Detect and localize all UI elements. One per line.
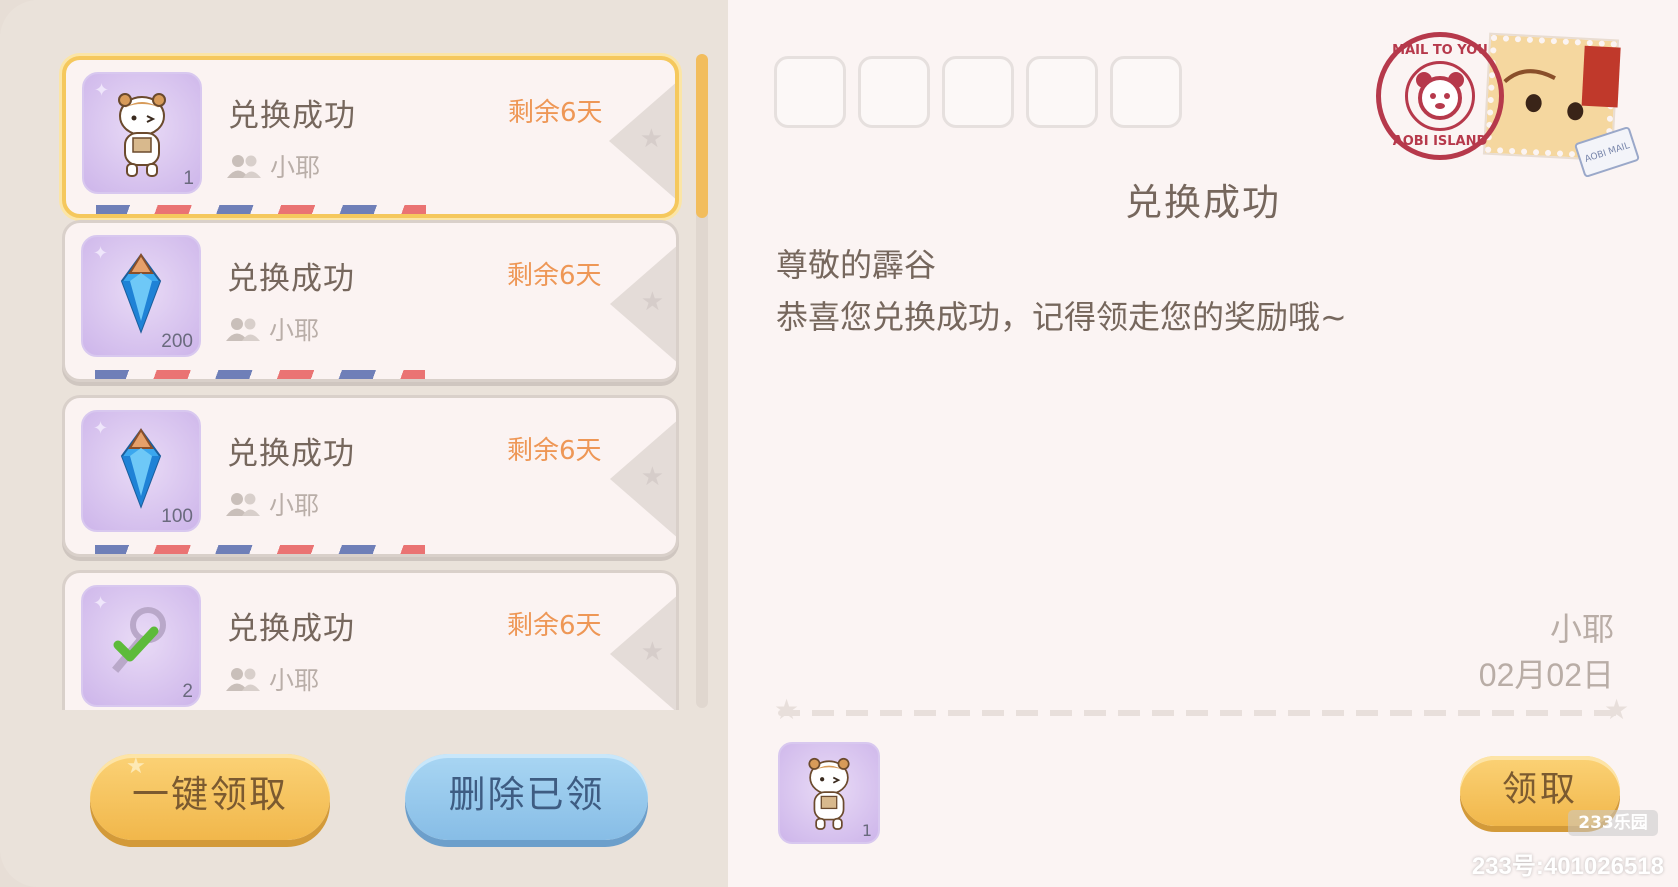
reward-item-icon: ✦ 1 xyxy=(82,72,202,194)
claim-all-label: 一键领取 xyxy=(132,773,288,816)
people-icon xyxy=(225,491,261,517)
postmark: MAIL TO YOU AOBI ISLAND xyxy=(1376,32,1504,160)
stamp-decoration: MAIL TO YOU AOBI ISLAND AOBI MAIL xyxy=(1348,10,1648,180)
attachment-slot xyxy=(1026,56,1098,128)
bear-face-icon xyxy=(1405,61,1475,131)
remaining-days: 剩余6天 xyxy=(507,611,602,641)
star-icon: ★ xyxy=(639,124,663,154)
reward-item-icon: ✦ 200 xyxy=(81,235,201,357)
attachment-quantity: 1 xyxy=(861,821,872,840)
star-icon: ★ xyxy=(640,462,664,492)
people-icon xyxy=(226,153,262,179)
letter-sender: 小耶 xyxy=(1549,610,1614,648)
attachment-slot xyxy=(942,56,1014,128)
item-quantity: 2 xyxy=(182,681,193,702)
reward-item-icon: ✦ 2 xyxy=(81,585,201,707)
airmail-stripe xyxy=(96,205,426,214)
sender-name: 小耶 xyxy=(269,491,320,520)
dashed-divider xyxy=(778,710,1618,716)
mail-title: 兑换成功 xyxy=(228,98,356,134)
mail-title: 兑换成功 xyxy=(227,436,355,472)
mail-list-panel: ★ ✦ 1 兑换成功 剩余6天 小耶 ★ ✦ 200 兑换成功 剩余6天 小耶 … xyxy=(0,0,728,887)
remaining-days: 剩余6天 xyxy=(507,436,602,466)
watermark-id: 233号:401026518 xyxy=(1471,853,1664,880)
mail-list[interactable]: ★ ✦ 1 兑换成功 剩余6天 小耶 ★ ✦ 200 兑换成功 剩余6天 小耶 … xyxy=(56,50,686,710)
claim-all-button[interactable]: ★ 一键领取 xyxy=(90,754,330,840)
sender-row: 小耶 xyxy=(225,486,319,522)
mail-item[interactable]: ★ ✦ 1 兑换成功 剩余6天 小耶 xyxy=(62,56,679,218)
mail-item[interactable]: ★ ✦ 100 兑换成功 剩余6天 小耶 xyxy=(62,395,679,557)
item-quantity: 100 xyxy=(161,506,193,527)
reward-item-icon: ✦ 100 xyxy=(81,410,201,532)
sender-name: 小耶 xyxy=(270,153,321,182)
star-icon: ★ xyxy=(640,637,664,667)
star-icon: ★ xyxy=(640,287,664,317)
airmail-stripe xyxy=(95,370,425,379)
blue-diamond-icon xyxy=(83,251,199,339)
sender-name: 小耶 xyxy=(269,666,320,695)
letter-greeting: 尊敬的霹谷 xyxy=(776,246,937,284)
stamp-ribbon xyxy=(1581,45,1621,108)
attachment-slot xyxy=(774,56,846,128)
watermark-logo: 233乐园 xyxy=(1568,810,1658,836)
attachment-slot xyxy=(1110,56,1182,128)
blue-diamond-icon xyxy=(83,426,199,514)
people-icon xyxy=(225,316,261,342)
sender-row: 小耶 xyxy=(225,661,319,697)
airmail-stripe xyxy=(95,545,425,554)
mail-title: 兑换成功 xyxy=(227,261,355,297)
people-icon xyxy=(225,666,261,692)
mail-item[interactable]: ★ ✦ 2 兑换成功 剩余6天 小耶 xyxy=(62,570,679,710)
sender-row: 小耶 xyxy=(225,311,319,347)
delete-claimed-label: 删除已领 xyxy=(448,773,605,816)
postmark-top-text: MAIL TO YOU xyxy=(1392,43,1488,58)
attachment-slot xyxy=(858,56,930,128)
star-icon: ★ xyxy=(126,754,148,779)
attachment-item[interactable]: 1 xyxy=(778,742,880,844)
scrollbar[interactable] xyxy=(696,54,708,708)
star-icon: ★ xyxy=(1604,693,1630,726)
remaining-days: 剩余6天 xyxy=(507,261,602,291)
sender-row: 小耶 xyxy=(226,148,320,184)
letter-body: 恭喜您兑换成功，记得领走您的奖励哦~ xyxy=(776,298,1347,336)
sender-name: 小耶 xyxy=(269,316,320,345)
letter-title: 兑换成功 xyxy=(1125,181,1281,224)
item-quantity: 200 xyxy=(161,331,193,352)
key-checkmark-icon xyxy=(83,601,199,689)
delete-claimed-button[interactable]: 删除已领 xyxy=(405,754,648,840)
letter-panel: MAIL TO YOU AOBI ISLAND AOBI MAIL 兑换成功 尊… xyxy=(728,0,1678,887)
mail-item[interactable]: ★ ✦ 200 兑换成功 剩余6天 小耶 xyxy=(62,220,679,382)
remaining-days: 剩余6天 xyxy=(508,98,603,128)
item-quantity: 1 xyxy=(183,168,194,189)
letter-date: 02月02日 xyxy=(1478,657,1614,693)
claim-label: 领取 xyxy=(1501,770,1578,810)
mail-title: 兑换成功 xyxy=(227,611,355,647)
postmark-bottom-text: AOBI ISLAND xyxy=(1392,134,1488,149)
scrollbar-thumb[interactable] xyxy=(696,54,708,218)
